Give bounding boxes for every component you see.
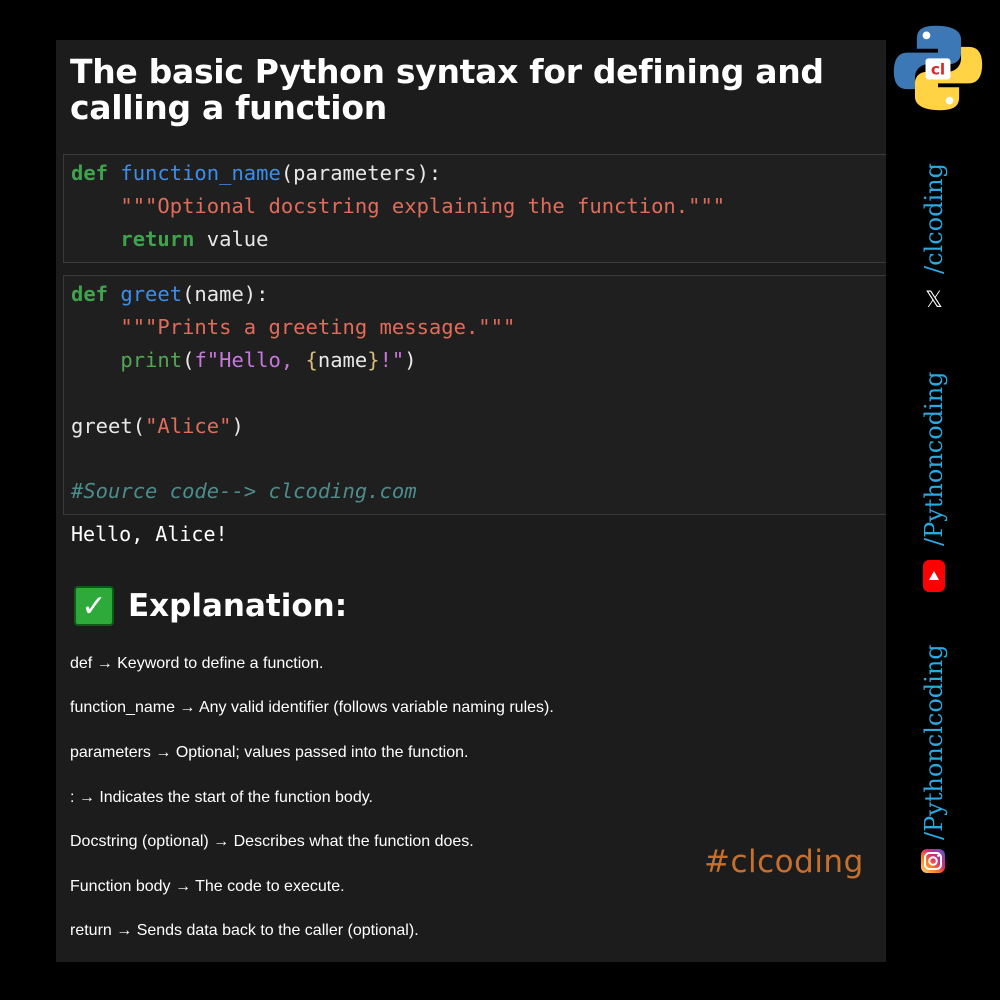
paren-token: (: [182, 348, 195, 372]
explanation-item: : → Indicates the start of the function …: [70, 789, 373, 806]
argument-token: "Alice": [145, 414, 232, 438]
keyword-return: return: [120, 227, 195, 251]
print-builtin-token: print: [120, 348, 183, 372]
program-output: Hello, Alice!: [71, 522, 228, 546]
return-value-token: value: [206, 227, 269, 251]
explanation-heading: ✓ Explanation:: [74, 585, 347, 627]
instagram-icon[interactable]: [920, 848, 946, 874]
content-panel: The basic Python syntax for defining and…: [56, 40, 886, 962]
check-mark-icon: ✓: [74, 586, 114, 626]
page-title: The basic Python syntax for defining and…: [70, 52, 824, 127]
params-token: (parameters):: [280, 161, 442, 185]
explanation-item: return → Sends data back to the caller (…: [70, 922, 419, 939]
python-logo-icon: cl: [893, 25, 983, 111]
youtube-icon[interactable]: [922, 560, 946, 592]
code-block-syntax: def function_name(parameters): """Option…: [63, 154, 886, 263]
docstring-token: """Prints a greeting message.""": [120, 315, 516, 339]
brace-token: }: [367, 348, 380, 372]
call-token: greet(: [71, 414, 146, 438]
code-line: #Source code--> clcoding.com: [71, 477, 417, 505]
x-handle[interactable]: /clcoding: [920, 163, 948, 274]
code-line: def function_name(parameters):: [71, 159, 441, 187]
keyword-def: def: [71, 161, 109, 185]
code-line: def greet(name):: [71, 280, 269, 308]
youtube-handle[interactable]: /Pythoncoding: [920, 371, 948, 546]
code-line: greet("Alice"): [71, 412, 244, 440]
explanation-item: Function body → The code to execute.: [70, 878, 345, 895]
fstring-token: !": [379, 348, 405, 372]
function-name-token: greet: [120, 282, 183, 306]
docstring-token: """Optional docstring explaining the fun…: [120, 194, 726, 218]
svg-text:cl: cl: [931, 61, 945, 79]
explanation-item: def → Keyword to define a function.: [70, 655, 324, 672]
brace-token: {: [305, 348, 318, 372]
code-line: print(f"Hello, {name}!"): [71, 346, 417, 374]
explanation-item: Docstring (optional) → Describes what th…: [70, 833, 474, 850]
code-line: """Prints a greeting message.""": [71, 313, 515, 341]
paren-token: ): [404, 348, 417, 372]
keyword-def: def: [71, 282, 109, 306]
params-token: (name):: [182, 282, 269, 306]
paren-token: ): [231, 414, 244, 438]
function-name-token: function_name: [120, 161, 281, 185]
explanation-item: function_name → Any valid identifier (fo…: [70, 699, 554, 716]
x-logo-icon[interactable]: 𝕏: [922, 288, 946, 314]
instagram-handle[interactable]: /Pythonclcoding: [920, 644, 948, 840]
comment-token: #Source code--> clcoding.com: [71, 479, 417, 503]
code-line: return value: [71, 225, 269, 253]
variable-token: name: [317, 348, 368, 372]
explanation-title: Explanation:: [128, 588, 348, 624]
code-line: """Optional docstring explaining the fun…: [71, 192, 725, 220]
explanation-item: parameters → Optional; values passed int…: [70, 744, 469, 761]
code-block-example: def greet(name): """Prints a greeting me…: [63, 275, 886, 515]
fstring-token: f"Hello,: [194, 348, 306, 372]
hashtag-watermark: #clcoding: [704, 844, 864, 880]
